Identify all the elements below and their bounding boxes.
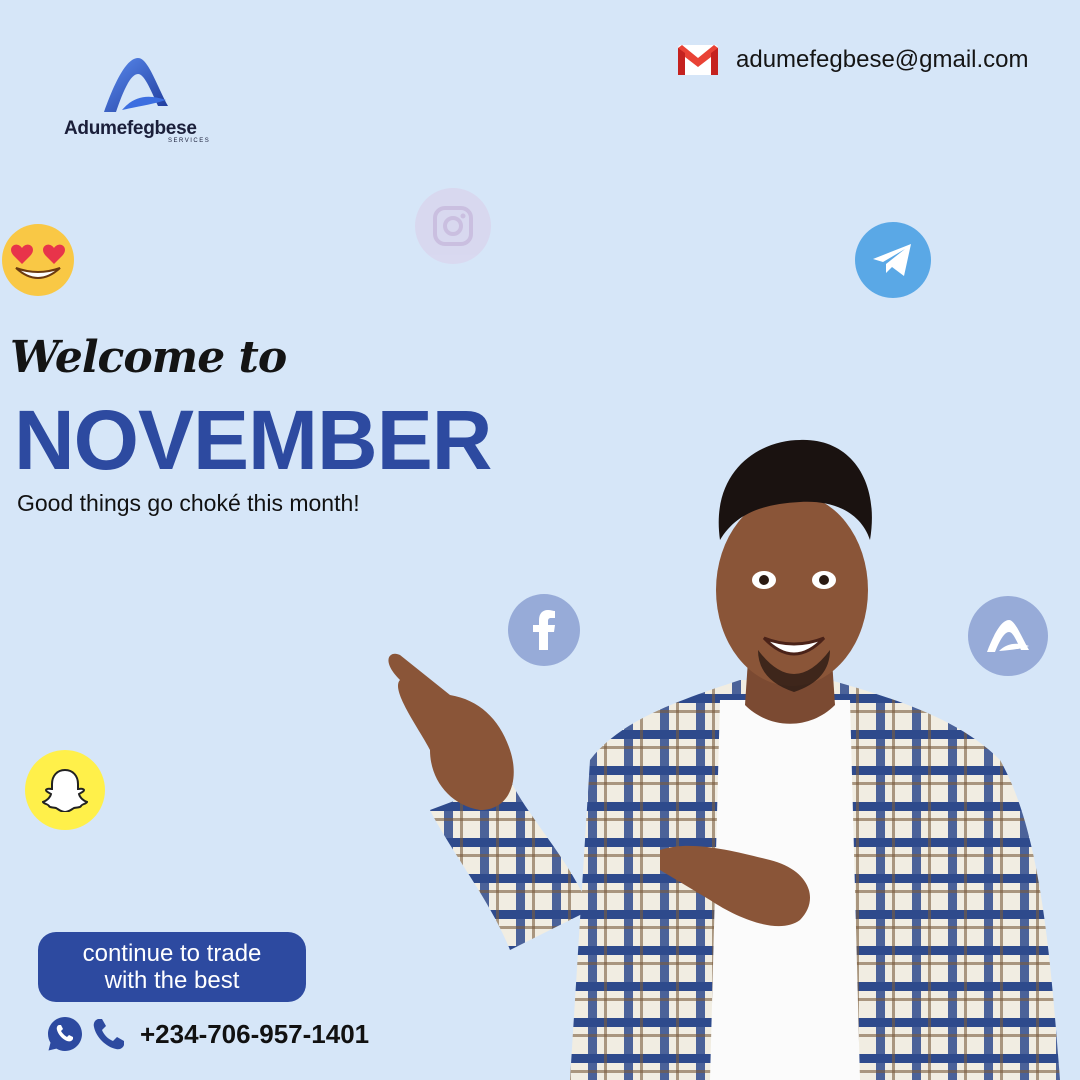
heart-eyes-emoji-icon xyxy=(2,224,74,296)
whatsapp-icon xyxy=(48,1017,82,1051)
email-contact[interactable]: adumefegbese@gmail.com xyxy=(676,40,1029,80)
telegram-icon[interactable] xyxy=(855,222,931,298)
brand-logo-mark-icon xyxy=(104,58,168,112)
cta-line-1: continue to trade xyxy=(82,940,262,967)
welcome-script: Welcome to xyxy=(10,332,287,383)
cta-line-2: with the best xyxy=(104,967,240,994)
gmail-icon xyxy=(678,45,718,75)
phone-icon xyxy=(93,1019,124,1050)
promo-canvas: Adumefegbese SERVICES adumefegbese@gmail… xyxy=(0,0,1080,1080)
snapchat-icon[interactable] xyxy=(25,750,105,830)
tagline: Good things go choké this month! xyxy=(17,490,360,516)
email-address: adumefegbese@gmail.com xyxy=(736,46,1029,73)
brand-name: Adumefegbese xyxy=(64,118,197,139)
instagram-icon[interactable] xyxy=(415,188,491,264)
brand-logo: Adumefegbese SERVICES xyxy=(64,54,224,154)
phone-contact[interactable]: +234-706-957-1401 xyxy=(46,1012,369,1056)
trade-cta-button[interactable]: continue to trade with the best xyxy=(38,932,306,1002)
brand-subtitle: SERVICES xyxy=(168,138,211,144)
person-photo xyxy=(388,439,1060,1080)
phone-number: +234-706-957-1401 xyxy=(140,1018,370,1049)
